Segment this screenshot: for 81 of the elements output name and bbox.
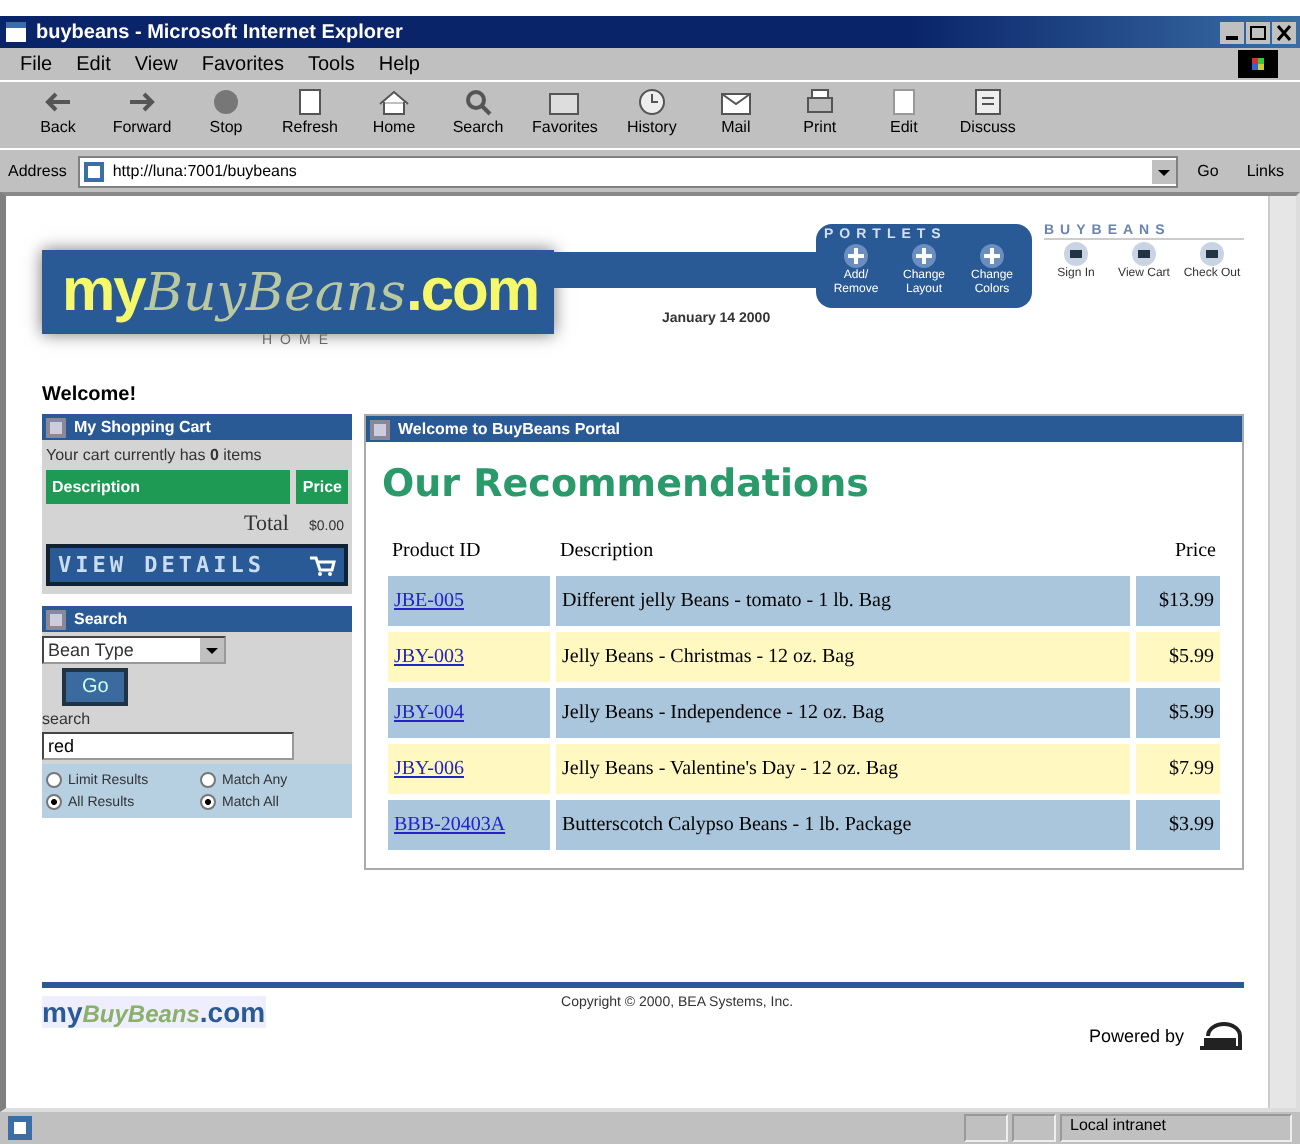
menu-item[interactable]: Favorites [201,53,284,75]
menu-item[interactable]: Edit [76,53,111,75]
search-label: search [42,710,91,728]
toolbar-button[interactable]: Forward [104,86,180,144]
recommendations-heading: Our Recommendations [382,462,871,506]
table-cell: $5.99 [1136,688,1220,738]
radio-button[interactable] [46,772,62,788]
column-header: Description [558,538,656,566]
zone-text: Local intranet [1060,1114,1292,1142]
footer-logo: myBuyBeans.com [42,996,266,1028]
table-cell: $5.99 [1136,632,1220,682]
welcome-text: Welcome! [42,384,139,406]
windows-logo-icon [1236,50,1280,78]
table-cell: Jelly Beans - Valentine's Day - 12 oz. Bag [556,744,1130,794]
maximize-icon[interactable] [1246,21,1270,43]
panel-icon [370,419,390,439]
nav-icon [1198,240,1226,268]
product-link[interactable]: JBY-006 [394,758,465,780]
table-cell: $13.99 [1136,576,1220,626]
go-button[interactable]: Go [62,668,129,706]
table-cell: Different jelly Beans - tomato - 1 lb. Bag [556,576,1130,626]
panel-header: Welcome to BuyBeans Portal [366,416,1242,442]
column-header: Price [1172,538,1218,566]
toolbar-button[interactable]: Refresh [272,86,348,144]
total-label: Total [244,512,289,536]
panel-header: My Shopping Cart [42,414,352,440]
plus-icon [910,242,938,270]
window-title: buybeans - Microsoft Internet Explorer [36,21,405,43]
menu-item[interactable]: File [20,53,53,75]
product-link[interactable]: BBB-20403A [394,814,506,836]
table-cell: Jelly Beans - Independence - 12 oz. Bag [556,688,1130,738]
table-cell: $7.99 [1136,744,1220,794]
toolbar-button[interactable]: Favorites [524,86,606,144]
panel-header: Search [42,606,352,632]
toolbar-button[interactable]: Home [356,86,432,144]
plus-icon [842,242,870,270]
address-label: Address [8,162,67,180]
links-button[interactable]: Links [1238,162,1292,180]
radio-button[interactable] [200,794,216,810]
close-icon[interactable] [1272,21,1296,43]
toolbar-button[interactable]: Print [781,86,858,144]
powered-by-text: Powered by [1088,1026,1184,1046]
page-icon [8,1116,32,1140]
logo-icon [1196,1020,1244,1052]
radio-button[interactable] [46,794,62,810]
page-icon [84,161,105,181]
go-button[interactable]: Go [1189,162,1227,180]
column-header: Price [296,470,348,504]
table-cell: Butterscotch Calypso Beans - 1 lb. Package [556,800,1130,850]
nav-icon [1130,240,1158,268]
table-cell: Jelly Beans - Christmas - 12 oz. Bag [556,632,1130,682]
product-link[interactable]: JBE-005 [394,590,464,612]
address-field[interactable]: http://luna:7001/buybeans [78,155,1178,187]
product-link[interactable]: JBY-004 [394,702,465,724]
minimize-icon[interactable] [1220,21,1244,43]
radio-button[interactable] [200,772,216,788]
toolbar-button[interactable]: History [613,86,690,144]
table-cell: $3.99 [1136,800,1220,850]
cart-text: Your cart currently has 0 items [46,446,264,464]
toolbar-button[interactable]: Edit [865,86,942,144]
nav-icon [1062,240,1090,268]
menu-item[interactable]: Tools [307,53,355,75]
toolbar-button[interactable]: Mail [697,86,774,144]
toolbar-button[interactable]: Search [440,86,516,144]
product-link[interactable]: JBY-003 [394,646,465,668]
toolbar-button[interactable]: Stop [188,86,264,144]
toolbar-button[interactable]: Discuss [949,86,1026,144]
menu-item[interactable]: View [134,53,178,75]
status-panel [964,1114,1008,1142]
status-panel [1012,1114,1056,1142]
home-icon [374,86,414,118]
toolbar-button[interactable]: Back [20,86,96,144]
plus-icon [978,242,1006,270]
menu-item[interactable]: Help [378,53,420,75]
cart-icon [308,553,336,577]
column-header: Description [46,470,291,504]
bean-type-dropdown[interactable]: Bean Type [42,636,226,664]
page-icon [4,20,28,44]
view-details-button[interactable]: VIEW DETAILS [46,544,348,586]
column-header: Product ID [390,538,483,566]
search-field[interactable]: red [42,732,294,760]
